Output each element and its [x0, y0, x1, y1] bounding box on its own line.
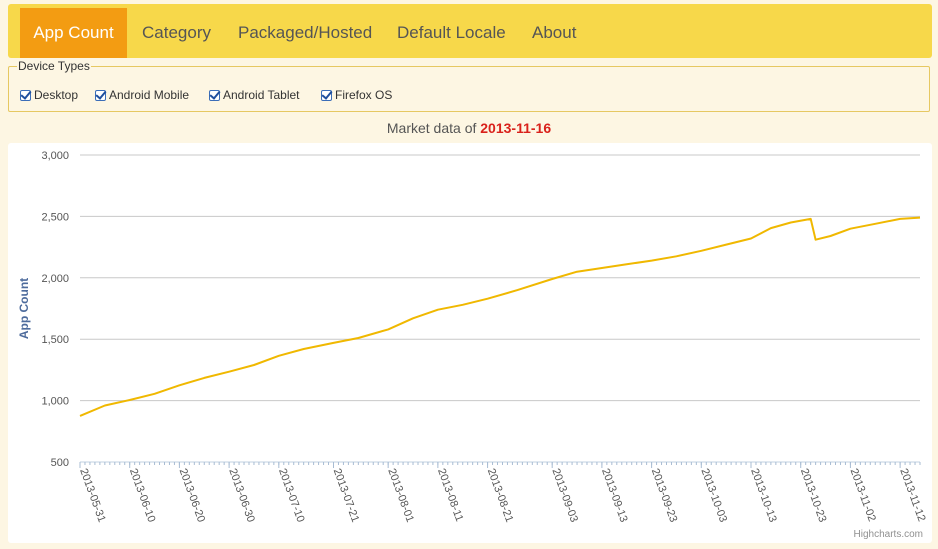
data-point: [515, 288, 519, 292]
y-tick-label: 3,000: [41, 150, 69, 162]
tab-default-locale[interactable]: Default Locale: [397, 8, 506, 58]
y-tick-label: 1,000: [41, 396, 69, 408]
data-point: [177, 383, 181, 387]
x-tick-label: 2013-10-03: [698, 467, 729, 524]
x-tick-label: 2013-09-03: [549, 467, 580, 524]
x-tick-label: 2013-06-20: [177, 467, 208, 524]
data-point: [227, 370, 231, 374]
tab-app-count[interactable]: App Count: [20, 8, 127, 58]
data-point: [386, 327, 390, 331]
data-point: [873, 222, 877, 226]
y-tick-label: 1,500: [41, 334, 69, 346]
tab-packaged-hosted[interactable]: Packaged/Hosted: [238, 8, 372, 58]
x-tick-label: 2013-11-12: [897, 467, 927, 523]
x-tick-label: 2013-09-23: [649, 467, 680, 524]
data-point: [829, 234, 833, 238]
main-nav: App Count Category Packaged/Hosted Defau…: [8, 4, 932, 58]
app-count-chart: 3,000 2,500 2,000 1,500 1,000 500 2013-05-31 20…: [17, 150, 928, 540]
android-mobile-label: Android Mobile: [109, 88, 190, 102]
android-tablet-checkbox[interactable]: Android Tablet: [209, 87, 300, 103]
android-tablet-label: Android Tablet: [223, 88, 300, 102]
firefox-os-label: Firefox OS: [335, 88, 393, 102]
data-point: [550, 277, 554, 281]
checkbox-checked-icon[interactable]: [209, 89, 220, 101]
x-tick-label: 2013-09-13: [599, 467, 630, 524]
x-tick-label: 2013-11-02: [848, 467, 878, 523]
data-point: [625, 262, 629, 266]
firefox-os-checkbox[interactable]: Firefox OS: [321, 87, 392, 103]
market-data-title: Market data of 2013-11-16: [0, 120, 938, 136]
desktop-checkbox[interactable]: Desktop: [20, 87, 78, 103]
x-tick-label: 2013-10-13: [748, 467, 779, 524]
tab-category[interactable]: Category: [142, 8, 211, 58]
data-point: [202, 376, 206, 380]
highcharts-credits[interactable]: Highcharts.com: [854, 529, 923, 540]
x-tick-label: 2013-08-01: [385, 467, 416, 524]
data-point: [749, 237, 753, 241]
data-point: [302, 347, 306, 351]
checkbox-checked-icon[interactable]: [321, 89, 332, 101]
device-types-fieldset: Device Types Desktop Android Mobile Andr…: [8, 59, 930, 112]
data-point: [103, 404, 107, 408]
data-point: [277, 354, 281, 358]
x-tick-label: 2013-06-30: [226, 467, 257, 524]
data-point: [600, 266, 604, 270]
android-mobile-checkbox[interactable]: Android Mobile: [95, 87, 189, 103]
data-point: [461, 303, 465, 307]
data-point: [769, 226, 773, 230]
data-point: [486, 297, 490, 301]
data-point: [789, 221, 793, 225]
y-tick-label: 500: [51, 457, 69, 469]
y-tick-label: 2,000: [41, 273, 69, 285]
data-point: [674, 254, 678, 258]
x-tick-label: 2013-08-21: [485, 467, 516, 524]
data-point: [356, 336, 360, 340]
data-point: [898, 217, 902, 221]
data-point: [724, 243, 728, 247]
device-types-legend: Device Types: [17, 59, 91, 73]
checkbox-checked-icon[interactable]: [95, 89, 106, 101]
x-tick-label: 2013-06-10: [127, 467, 158, 524]
y-tick-label: 2,500: [41, 211, 69, 223]
data-point: [699, 249, 703, 253]
data-point: [436, 308, 440, 312]
data-point: [128, 398, 132, 402]
x-tick-label: 2013-07-10: [276, 467, 307, 524]
data-point: [153, 392, 157, 396]
data-point: [848, 227, 852, 231]
data-point: [814, 238, 818, 242]
data-point: [332, 341, 336, 345]
y-axis-title: App Count: [17, 278, 31, 339]
data-point: [411, 316, 415, 320]
desktop-label: Desktop: [34, 88, 79, 102]
market-data-prefix: Market data of: [386, 120, 477, 136]
checkbox-checked-icon[interactable]: [20, 89, 31, 101]
data-point: [575, 270, 579, 274]
data-point: [809, 217, 813, 221]
data-point: [650, 259, 654, 263]
chart-panel: 3,000 2,500 2,000 1,500 1,000 500 2013-05-31 20…: [8, 143, 932, 543]
app-count-series-line: [79, 216, 921, 417]
market-data-date: 2013-11-16: [480, 120, 552, 136]
x-tick-label: 2013-07-21: [331, 467, 362, 524]
tab-about[interactable]: About: [532, 8, 576, 58]
x-tick-label: 2013-08-11: [435, 467, 465, 523]
x-tick-label: 2013-05-31: [77, 467, 108, 524]
data-point: [252, 363, 256, 367]
data-point: [918, 216, 922, 220]
data-point: [78, 414, 82, 418]
x-tick-label: 2013-10-23: [798, 467, 829, 524]
